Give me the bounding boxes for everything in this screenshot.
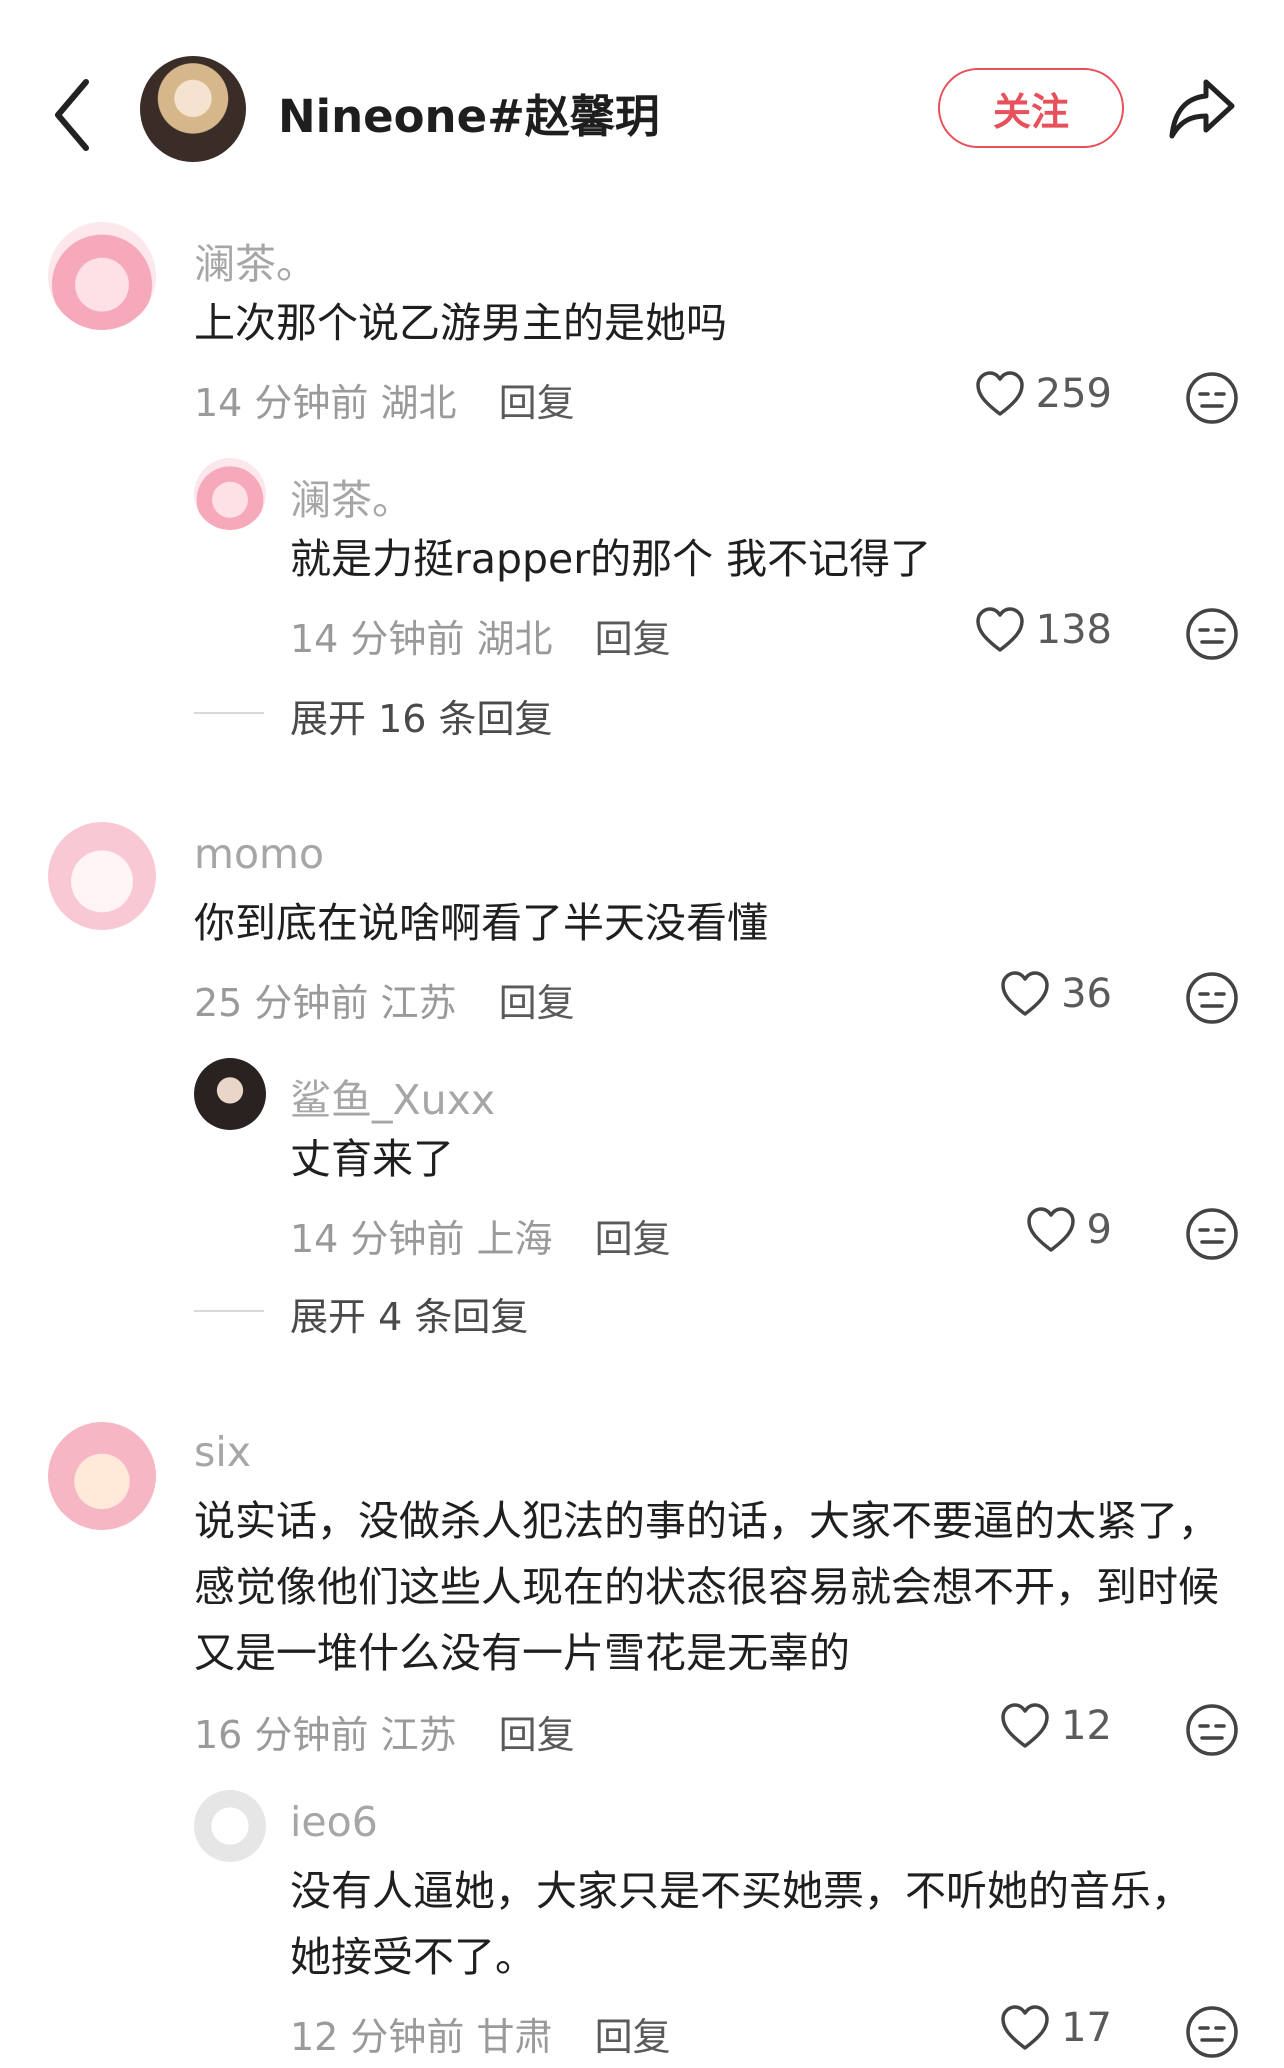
like-count: 138 [1035, 607, 1112, 653]
expand-divider [194, 1310, 264, 1312]
like-count: 9 [1086, 1207, 1112, 1253]
heart-icon [975, 607, 1024, 652]
reply-username[interactable]: 澜茶。 [290, 466, 413, 526]
comment-time: 14 分钟前 [194, 381, 369, 425]
reply-meta: 12 分钟前 甘肃 回复 [290, 2006, 671, 2061]
reply-text-line: 她接受不了。 [290, 1933, 536, 1981]
comment-text-line: 你到底在说啥啊看了半天没看懂 [194, 899, 768, 947]
like-button[interactable]: 36 [912, 970, 1112, 1018]
comment-text: 说实话，没做杀人犯法的事的话，大家不要逼的太紧了， 感觉像他们这些人现在的状态很… [194, 1488, 1219, 1686]
reply-time: 12 分钟前 [290, 2015, 465, 2059]
heart-icon [1026, 1207, 1075, 1252]
author-avatar[interactable] [140, 56, 246, 162]
dislike-face-icon[interactable] [1184, 606, 1240, 662]
reply-text: 没有人逼她，大家只是不买她票，不听她的音乐， 她接受不了。 [290, 1858, 1192, 1990]
reply-button[interactable]: 回复 [595, 2015, 671, 2059]
author-name[interactable]: Nineone#赵馨玥 [278, 80, 660, 145]
comment-text-line: 感觉像他们这些人现在的状态很容易就会想不开，到时候 [194, 1563, 1219, 1611]
like-count: 36 [1061, 971, 1112, 1017]
dislike-face-icon[interactable] [1184, 1206, 1240, 1262]
back-arrow-icon[interactable] [46, 70, 106, 160]
reply-location: 甘肃 [476, 2015, 553, 2059]
like-count: 259 [1035, 371, 1112, 417]
dislike-face-icon[interactable] [1184, 970, 1240, 1026]
like-button[interactable]: 138 [912, 606, 1112, 654]
reply-location: 湖北 [476, 617, 553, 661]
expand-divider [194, 712, 264, 714]
reply-location: 上海 [476, 1217, 553, 1261]
reply-text: 丈育来了 [290, 1126, 454, 1192]
reply-username[interactable]: ieo6 [290, 1798, 378, 1846]
heart-icon [1001, 2005, 1049, 2050]
expand-replies-button[interactable]: 展开 4 条回复 [290, 1286, 528, 1341]
reply-meta: 14 分钟前 湖北 回复 [290, 608, 671, 663]
comment-meta: 16 分钟前 江苏 回复 [194, 1704, 575, 1759]
commenter-avatar[interactable] [48, 822, 156, 930]
commenter-avatar[interactable] [48, 222, 156, 330]
reply-button[interactable]: 回复 [595, 617, 671, 661]
expand-replies-button[interactable]: 展开 16 条回复 [290, 688, 553, 743]
comment-text: 上次那个说乙游男主的是她吗 [194, 290, 727, 356]
reply-username[interactable]: 鲨鱼_Xuxx [290, 1066, 495, 1126]
comment-text: 你到底在说啥啊看了半天没看懂 [194, 890, 768, 956]
reply-avatar[interactable] [194, 1058, 266, 1130]
follow-button[interactable]: 关注 [938, 68, 1124, 148]
reply-button[interactable]: 回复 [499, 1713, 575, 1757]
comment-meta: 25 分钟前 江苏 回复 [194, 972, 575, 1027]
comment-time: 16 分钟前 [194, 1713, 369, 1757]
reply-button[interactable]: 回复 [499, 981, 575, 1025]
like-count: 17 [1061, 2005, 1112, 2051]
reply-button[interactable]: 回复 [499, 381, 575, 425]
comment-username[interactable]: six [194, 1428, 251, 1476]
like-button[interactable]: 259 [912, 370, 1112, 418]
comment-username[interactable]: 澜茶。 [194, 230, 317, 290]
dislike-face-icon[interactable] [1184, 370, 1240, 426]
comment-text-line: 上次那个说乙游男主的是她吗 [194, 299, 727, 347]
reply-text-line: 就是力挺rapper的那个 我不记得了 [290, 535, 932, 583]
heart-icon [975, 371, 1024, 416]
reply-button[interactable]: 回复 [595, 1217, 671, 1261]
like-button[interactable]: 9 [912, 1206, 1112, 1254]
comment-text-line: 又是一堆什么没有一片雪花是无辜的 [194, 1629, 850, 1677]
comment-time: 25 分钟前 [194, 981, 369, 1025]
comment-username[interactable]: momo [194, 830, 324, 878]
reply-avatar[interactable] [194, 458, 266, 530]
commenter-avatar[interactable] [48, 1422, 156, 1530]
comment-location: 江苏 [380, 981, 457, 1025]
comment-text-line: 说实话，没做杀人犯法的事的话，大家不要逼的太紧了， [194, 1497, 1219, 1545]
reply-text-line: 没有人逼她，大家只是不买她票，不听她的音乐， [290, 1867, 1192, 1915]
comment-location: 湖北 [380, 381, 457, 425]
dislike-face-icon[interactable] [1184, 1702, 1240, 1758]
reply-time: 14 分钟前 [290, 617, 465, 661]
reply-time: 14 分钟前 [290, 1217, 465, 1261]
comment-location: 江苏 [380, 1713, 457, 1757]
dislike-face-icon[interactable] [1184, 2004, 1240, 2060]
like-count: 12 [1061, 1703, 1112, 1749]
reply-meta: 14 分钟前 上海 回复 [290, 1208, 671, 1263]
heart-icon [1001, 1703, 1049, 1748]
comment-meta: 14 分钟前 湖北 回复 [194, 372, 575, 427]
like-button[interactable]: 12 [912, 1702, 1112, 1750]
reply-avatar[interactable] [194, 1790, 266, 1862]
like-button[interactable]: 17 [912, 2004, 1112, 2052]
reply-text: 就是力挺rapper的那个 我不记得了 [290, 526, 931, 592]
heart-icon [1001, 971, 1049, 1016]
reply-text-line: 丈育来了 [290, 1135, 454, 1183]
share-icon[interactable] [1166, 72, 1240, 144]
